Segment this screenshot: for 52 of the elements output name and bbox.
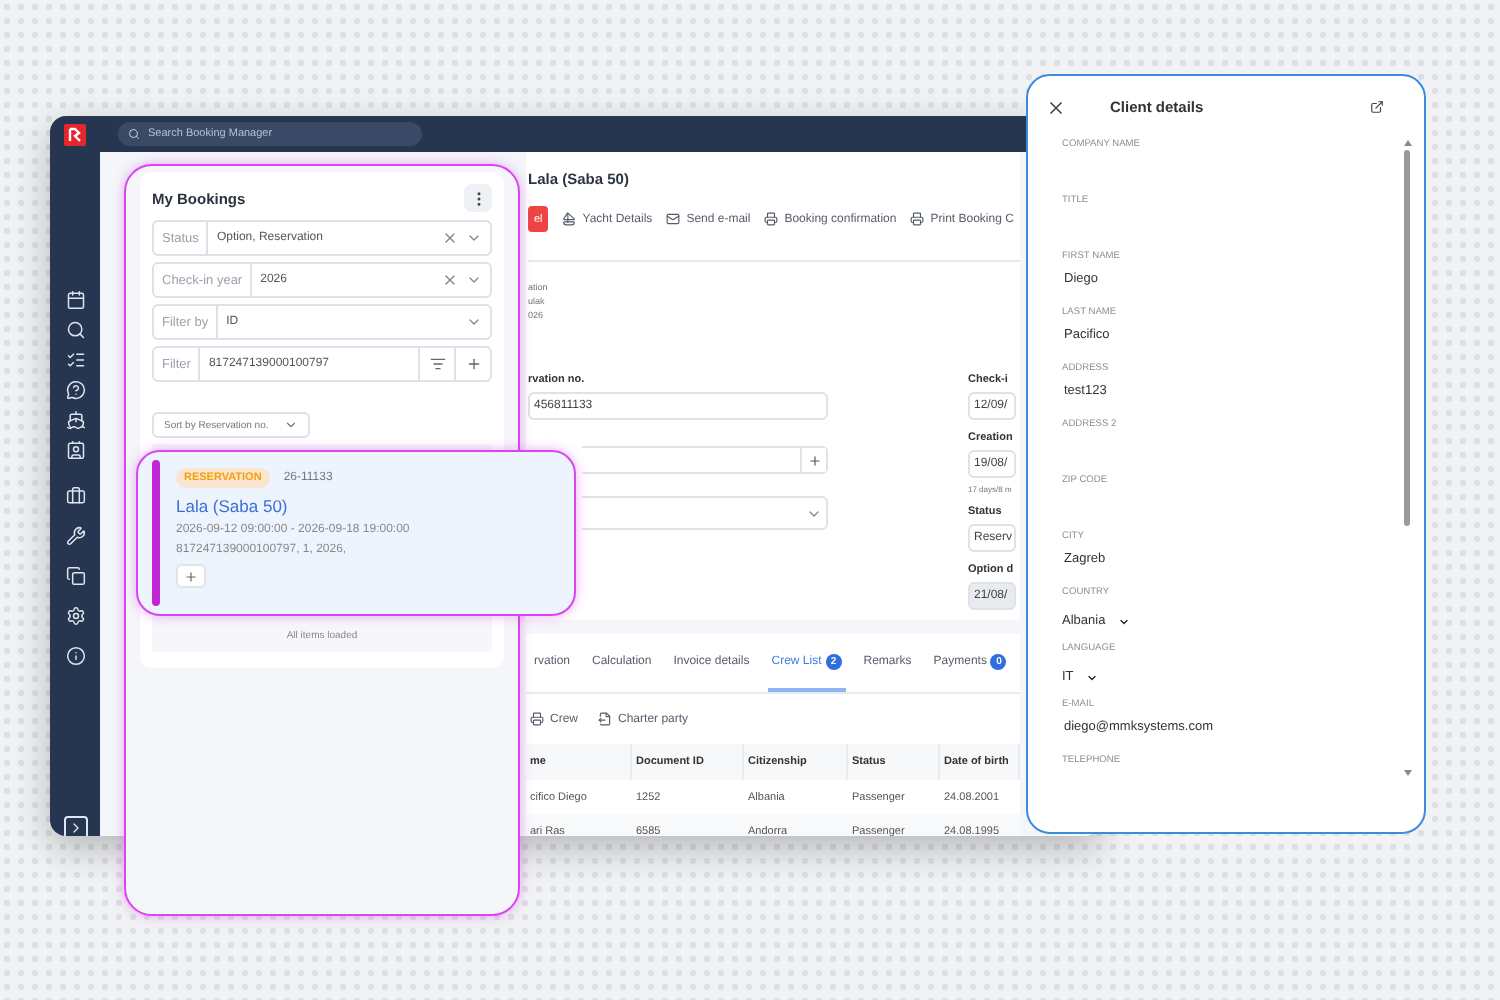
settings-icon (65, 606, 85, 626)
info-icon (65, 646, 85, 666)
help-chat-icon (65, 380, 85, 400)
checklist-icon (65, 350, 85, 370)
printer-icon (910, 212, 925, 226)
logo-icon (64, 123, 86, 145)
plus-icon (807, 453, 821, 467)
external-link-icon (1370, 100, 1384, 114)
chevron-down-icon (466, 272, 482, 288)
select-field[interactable] (582, 496, 828, 530)
sailboat-icon (562, 212, 577, 226)
sidebar-button[interactable] (65, 566, 85, 586)
clear-icon[interactable] (442, 272, 458, 288)
briefcase-icon (65, 486, 85, 506)
search-icon (128, 128, 140, 140)
chevron-down-icon (284, 418, 299, 432)
plus-icon (465, 356, 481, 372)
chevron-down-icon (1085, 671, 1098, 683)
calendar-icon (65, 290, 85, 310)
sidebar-button[interactable] (65, 410, 85, 430)
booking-title: Lala (Saba 50) (176, 496, 290, 516)
open-external-button[interactable] (1370, 100, 1384, 114)
sidebar-button[interactable] (65, 290, 85, 310)
file-export-icon (598, 712, 613, 726)
clear-icon[interactable] (442, 230, 458, 246)
scrollbar[interactable] (1402, 140, 1412, 776)
filter-icon (429, 356, 445, 372)
sidebar-button[interactable] (65, 380, 85, 400)
sidebar-button[interactable] (65, 606, 85, 626)
expand-sidebar-button[interactable] (63, 816, 87, 836)
chevron-down-icon (466, 314, 482, 330)
input-field[interactable] (582, 446, 828, 474)
chevron-down-icon (1117, 615, 1130, 627)
copy-icon (65, 566, 85, 586)
chevron-down-icon (466, 230, 482, 246)
sidebar-button[interactable] (65, 320, 85, 340)
printer-icon (530, 712, 544, 726)
printer-icon (764, 212, 779, 226)
contact-card-icon (65, 440, 85, 460)
wrench-icon (65, 526, 85, 546)
close-icon (1046, 97, 1066, 117)
sidebar-button[interactable] (65, 440, 85, 460)
sidebar-button[interactable] (65, 486, 85, 506)
mail-icon (666, 212, 681, 226)
search-icon (65, 320, 85, 340)
add-button[interactable] (800, 448, 826, 472)
close-button[interactable] (1046, 97, 1066, 117)
plus-icon (184, 569, 198, 583)
sidebar-button[interactable] (65, 646, 85, 666)
sidebar-button[interactable] (65, 350, 85, 370)
sidebar-button[interactable] (65, 526, 85, 546)
ship-icon (65, 410, 85, 430)
